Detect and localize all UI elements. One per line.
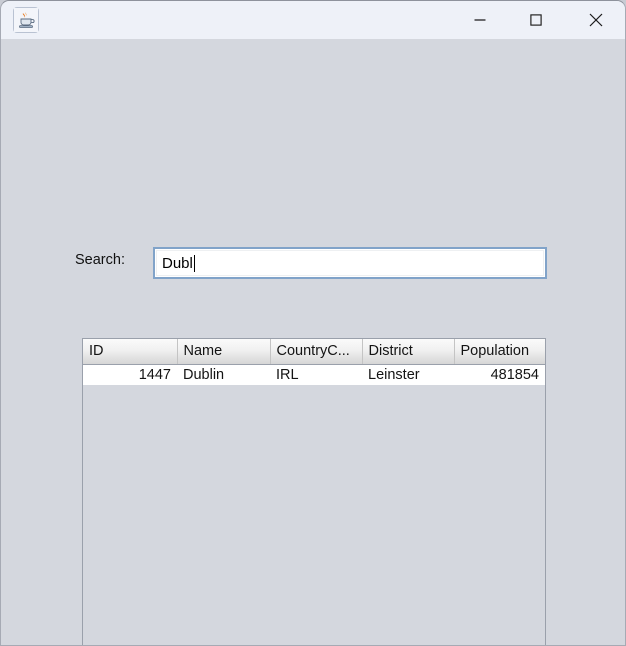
close-icon [589,13,603,27]
maximize-button[interactable] [513,1,559,39]
results-table-panel: ID Name CountryC... District Population … [82,338,546,645]
cell-name: Dublin [177,364,270,385]
cell-id: 1447 [83,364,177,385]
column-header-name[interactable]: Name [177,339,271,365]
close-button[interactable] [573,1,619,39]
cell-district: Leinster [362,364,454,385]
search-input-value: Dubl [162,254,193,272]
table-scroll-area[interactable]: ID Name CountryC... District Population … [83,339,545,645]
minimize-icon [474,14,486,26]
search-label: Search: [75,252,125,268]
main-content: Search: Dubl ID Name CountryC... Distric… [1,39,625,645]
cell-countrycode: IRL [270,364,362,385]
cell-population: 481854 [454,364,545,385]
column-header-countrycode[interactable]: CountryC... [270,339,363,365]
java-coffee-cup-icon [13,7,39,33]
text-caret [193,254,195,272]
results-table: ID Name CountryC... District Population … [83,339,545,385]
table-header-row: ID Name CountryC... District Population [83,339,545,365]
table-body: 1447 Dublin IRL Leinster 481854 [83,364,545,385]
maximize-icon [530,14,542,26]
column-header-id[interactable]: ID [83,339,178,365]
search-input-inner: Dubl [156,250,544,276]
search-input[interactable]: Dubl [153,247,547,279]
column-header-district[interactable]: District [362,339,455,365]
title-bar [1,1,625,39]
column-header-population[interactable]: Population [454,339,545,365]
table-header: ID Name CountryC... District Population [83,339,545,365]
application-window: Search: Dubl ID Name CountryC... Distric… [0,0,626,646]
table-row[interactable]: 1447 Dublin IRL Leinster 481854 [83,364,545,385]
minimize-button[interactable] [457,1,503,39]
